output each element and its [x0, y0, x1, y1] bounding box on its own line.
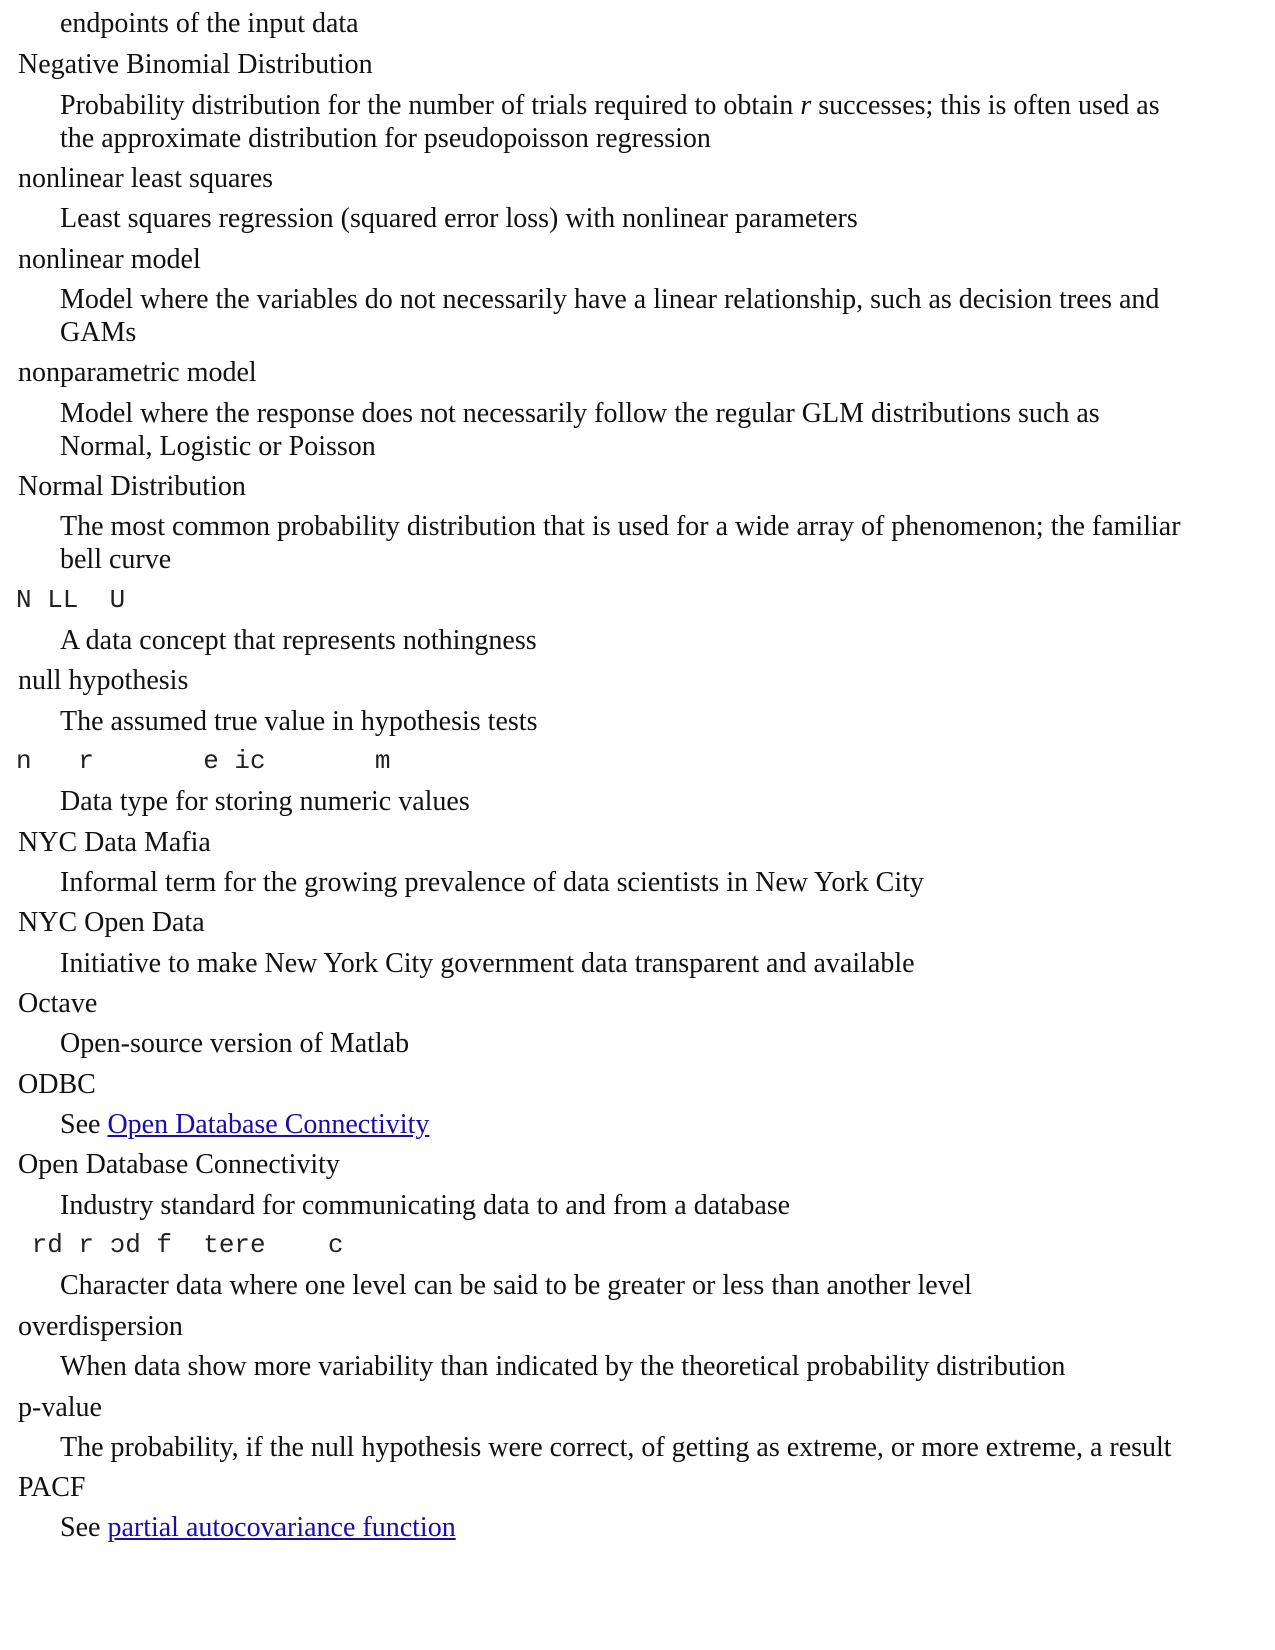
definition-text: Industry standard for communicating data… [60, 1190, 791, 1221]
definition-fragment: Probability distribution for the number … [60, 90, 801, 121]
glossary-page: endpoints of the input data Negative Bin… [0, 0, 1275, 1650]
see-prefix: See [60, 1109, 108, 1140]
definition-text: The most common probability distribution… [60, 511, 1181, 542]
definition-text: Normal, Logistic or Poisson [60, 431, 376, 462]
definition-text: The assumed true value in hypothesis tes… [60, 706, 538, 737]
open-database-connectivity-link[interactable]: Open Database Connectivity [107, 1109, 429, 1140]
glossary-term: Open Database Connectivity [18, 1149, 340, 1180]
definition-text: Probability distribution for the number … [60, 89, 1160, 123]
definition-italic: r [800, 90, 812, 121]
glossary-term-code: rd r ɔd f tere c [16, 1230, 344, 1260]
glossary-term: Octave [18, 988, 98, 1019]
glossary-term: null hypothesis [18, 665, 189, 696]
definition-fragment: successes; this is often used as [811, 90, 1160, 121]
glossary-term: Negative Binomial Distribution [18, 49, 373, 80]
glossary-term: NYC Open Data [18, 907, 205, 938]
glossary-term: PACF [18, 1472, 86, 1503]
glossary-term: NYC Data Mafia [18, 827, 211, 858]
definition-text: Initiative to make New York City governm… [60, 948, 915, 979]
definition-text: the approximate distribution for pseudop… [60, 123, 711, 154]
definition-text: Least squares regression (squared error … [60, 203, 858, 234]
definition-text: A data concept that represents nothingne… [60, 625, 537, 656]
glossary-term: overdispersion [18, 1311, 183, 1342]
definition-text: Informal term for the growing prevalence… [60, 867, 924, 898]
definition-text: See Open Database Connectivity [60, 1108, 429, 1142]
definition-text: See partial autocovariance function [60, 1511, 456, 1545]
definition-text: bell curve [60, 544, 172, 575]
definition-text: Model where the variables do not necessa… [60, 284, 1160, 315]
definition-text: Character data where one level can be sa… [60, 1270, 972, 1301]
definition-text: Open-source version of Matlab [60, 1028, 410, 1059]
glossary-term: nonlinear model [18, 244, 201, 275]
definition-text: When data show more variability than ind… [60, 1351, 1066, 1382]
glossary-term: ODBC [18, 1069, 96, 1100]
partial-autocovariance-function-link[interactable]: partial autocovariance function [107, 1512, 455, 1543]
definition-text: Data type for storing numeric values [60, 786, 470, 817]
glossary-term: nonlinear least squares [18, 163, 274, 194]
see-prefix: See [60, 1512, 108, 1543]
definition-text: Model where the response does not necess… [60, 398, 1100, 429]
definition-text: The probability, if the null hypothesis … [60, 1432, 1172, 1463]
definition-text: endpoints of the input data [60, 8, 359, 39]
glossary-term: nonparametric model [18, 357, 257, 388]
definition-text: GAMs [60, 317, 137, 348]
glossary-term: p-value [18, 1392, 102, 1423]
glossary-term-code: n r e ic m [16, 746, 391, 776]
glossary-term: Normal Distribution [18, 471, 246, 502]
glossary-term-code: N LL U [16, 585, 126, 615]
